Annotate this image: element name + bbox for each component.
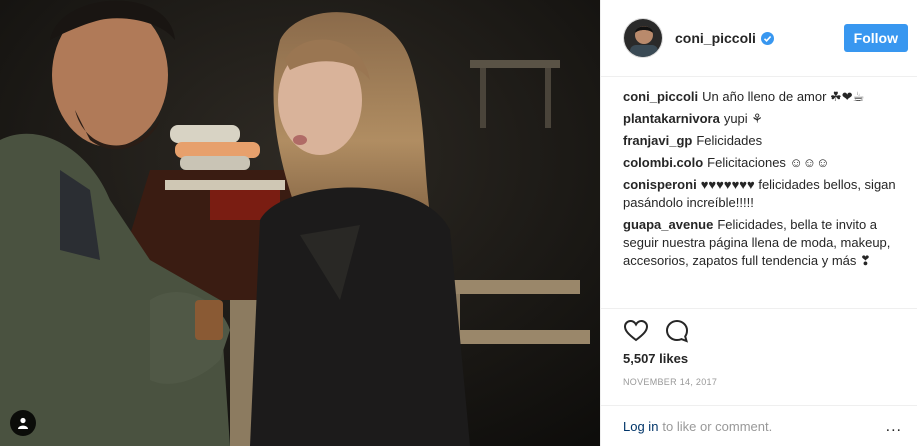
comment-list: coni_piccoli Un año lleno de amor ☘❤☕ pla… xyxy=(623,88,903,274)
username[interactable]: coni_piccoli xyxy=(675,30,756,46)
comment-item: conisperoni ♥♥♥♥♥♥♥ felicidades bellos, s… xyxy=(623,176,903,212)
comment-text: Felicidades xyxy=(696,133,763,148)
login-prompt: Log in to like or comment. ... xyxy=(601,405,917,446)
post-sidebar: coni_piccoli Follow coni_piccoli Un año l… xyxy=(600,0,917,446)
post-image xyxy=(0,0,600,446)
heart-icon[interactable] xyxy=(623,318,649,344)
comment-item: colombi.colo Felicitaciones ☺☺☺ xyxy=(623,154,903,172)
comment-item: plantakarnivora yupi ⚘ xyxy=(623,110,903,128)
login-prompt-text: to like or comment. xyxy=(662,419,773,434)
comment-username[interactable]: franjavi_gp xyxy=(623,133,692,148)
login-link[interactable]: Log in xyxy=(623,419,658,434)
comment-text: yupi ⚘ xyxy=(723,111,763,126)
user-tag-button[interactable] xyxy=(10,410,36,436)
post-actions: 5,507 likes November 14, 2017 Log in to … xyxy=(601,308,917,446)
like-count[interactable]: 5,507 likes xyxy=(623,351,688,366)
comment-icon[interactable] xyxy=(664,318,690,344)
comment-username[interactable]: conisperoni xyxy=(623,177,697,192)
comment-username[interactable]: plantakarnivora xyxy=(623,111,720,126)
follow-button[interactable]: Follow xyxy=(843,24,908,52)
user-tag-icon xyxy=(17,417,29,429)
comment-item: guapa_avenue Felicidades, bella te invito… xyxy=(623,216,903,270)
comment-username[interactable]: coni_piccoli xyxy=(623,89,698,104)
more-icon[interactable]: ... xyxy=(886,418,902,436)
post-date: November 14, 2017 xyxy=(623,377,718,387)
avatar[interactable] xyxy=(623,18,663,58)
post-photo[interactable] xyxy=(0,0,600,446)
post-header: coni_piccoli Follow xyxy=(601,0,917,77)
comment-item: franjavi_gp Felicidades xyxy=(623,132,903,150)
comment-text: Felicitaciones ☺☺☺ xyxy=(707,155,830,170)
comment-text: Un año lleno de amor ☘❤☕ xyxy=(702,89,865,104)
comment-item: coni_piccoli Un año lleno de amor ☘❤☕ xyxy=(623,88,903,106)
comment-username[interactable]: colombi.colo xyxy=(623,155,703,170)
verified-icon xyxy=(760,31,774,45)
comment-username[interactable]: guapa_avenue xyxy=(623,217,713,232)
